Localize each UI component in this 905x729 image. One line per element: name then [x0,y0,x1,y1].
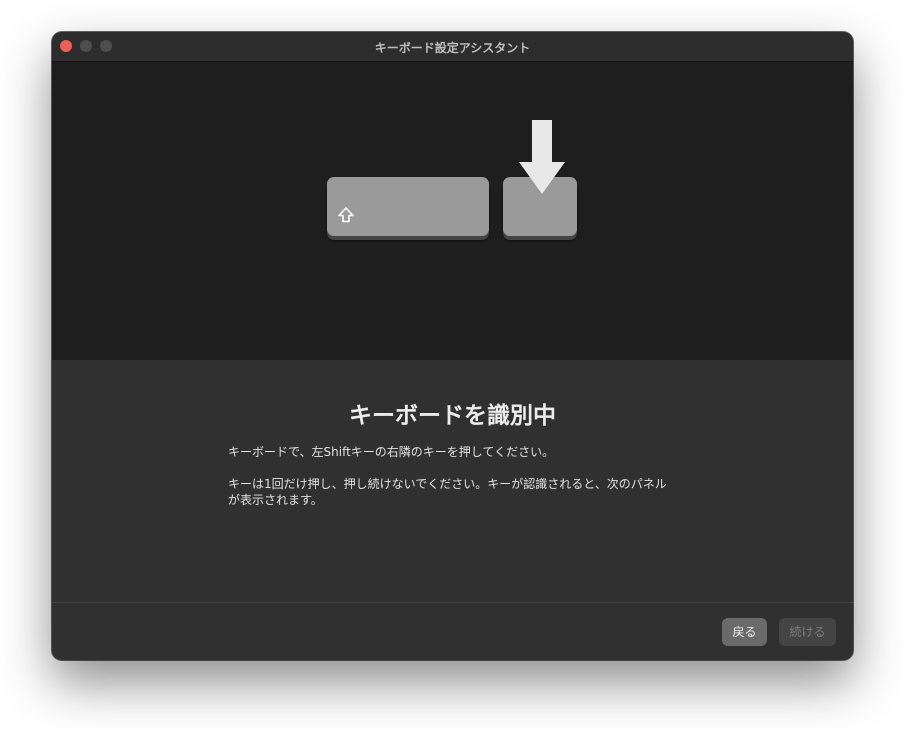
page-heading: キーボードを識別中 [349,403,556,429]
title-bar[interactable]: キーボード設定アシスタント [52,32,853,62]
continue-button[interactable]: 続ける [779,618,836,646]
keyboard-setup-window: キーボード設定アシスタント キーボードを識別中 キーボードで、左Shiftキーの… [52,32,853,660]
shift-icon [338,207,354,223]
keyboard-illustration [52,62,853,360]
instruction-text: キーボードで、左Shiftキーの右隣のキーを押してください。 [228,445,555,459]
down-arrow-icon [519,120,565,194]
content-panel: キーボードを識別中 キーボードで、左Shiftキーの右隣のキーを押してください。… [52,360,853,602]
left-shift-key [327,177,489,236]
note-text: キーは1回だけ押し、押し続けないでください。キーが認識されると、次のパネルが表示… [228,477,667,507]
footer-bar: 戻る 続ける [52,602,853,660]
back-button[interactable]: 戻る [722,618,767,646]
window-title: キーボード設定アシスタント [374,41,531,55]
